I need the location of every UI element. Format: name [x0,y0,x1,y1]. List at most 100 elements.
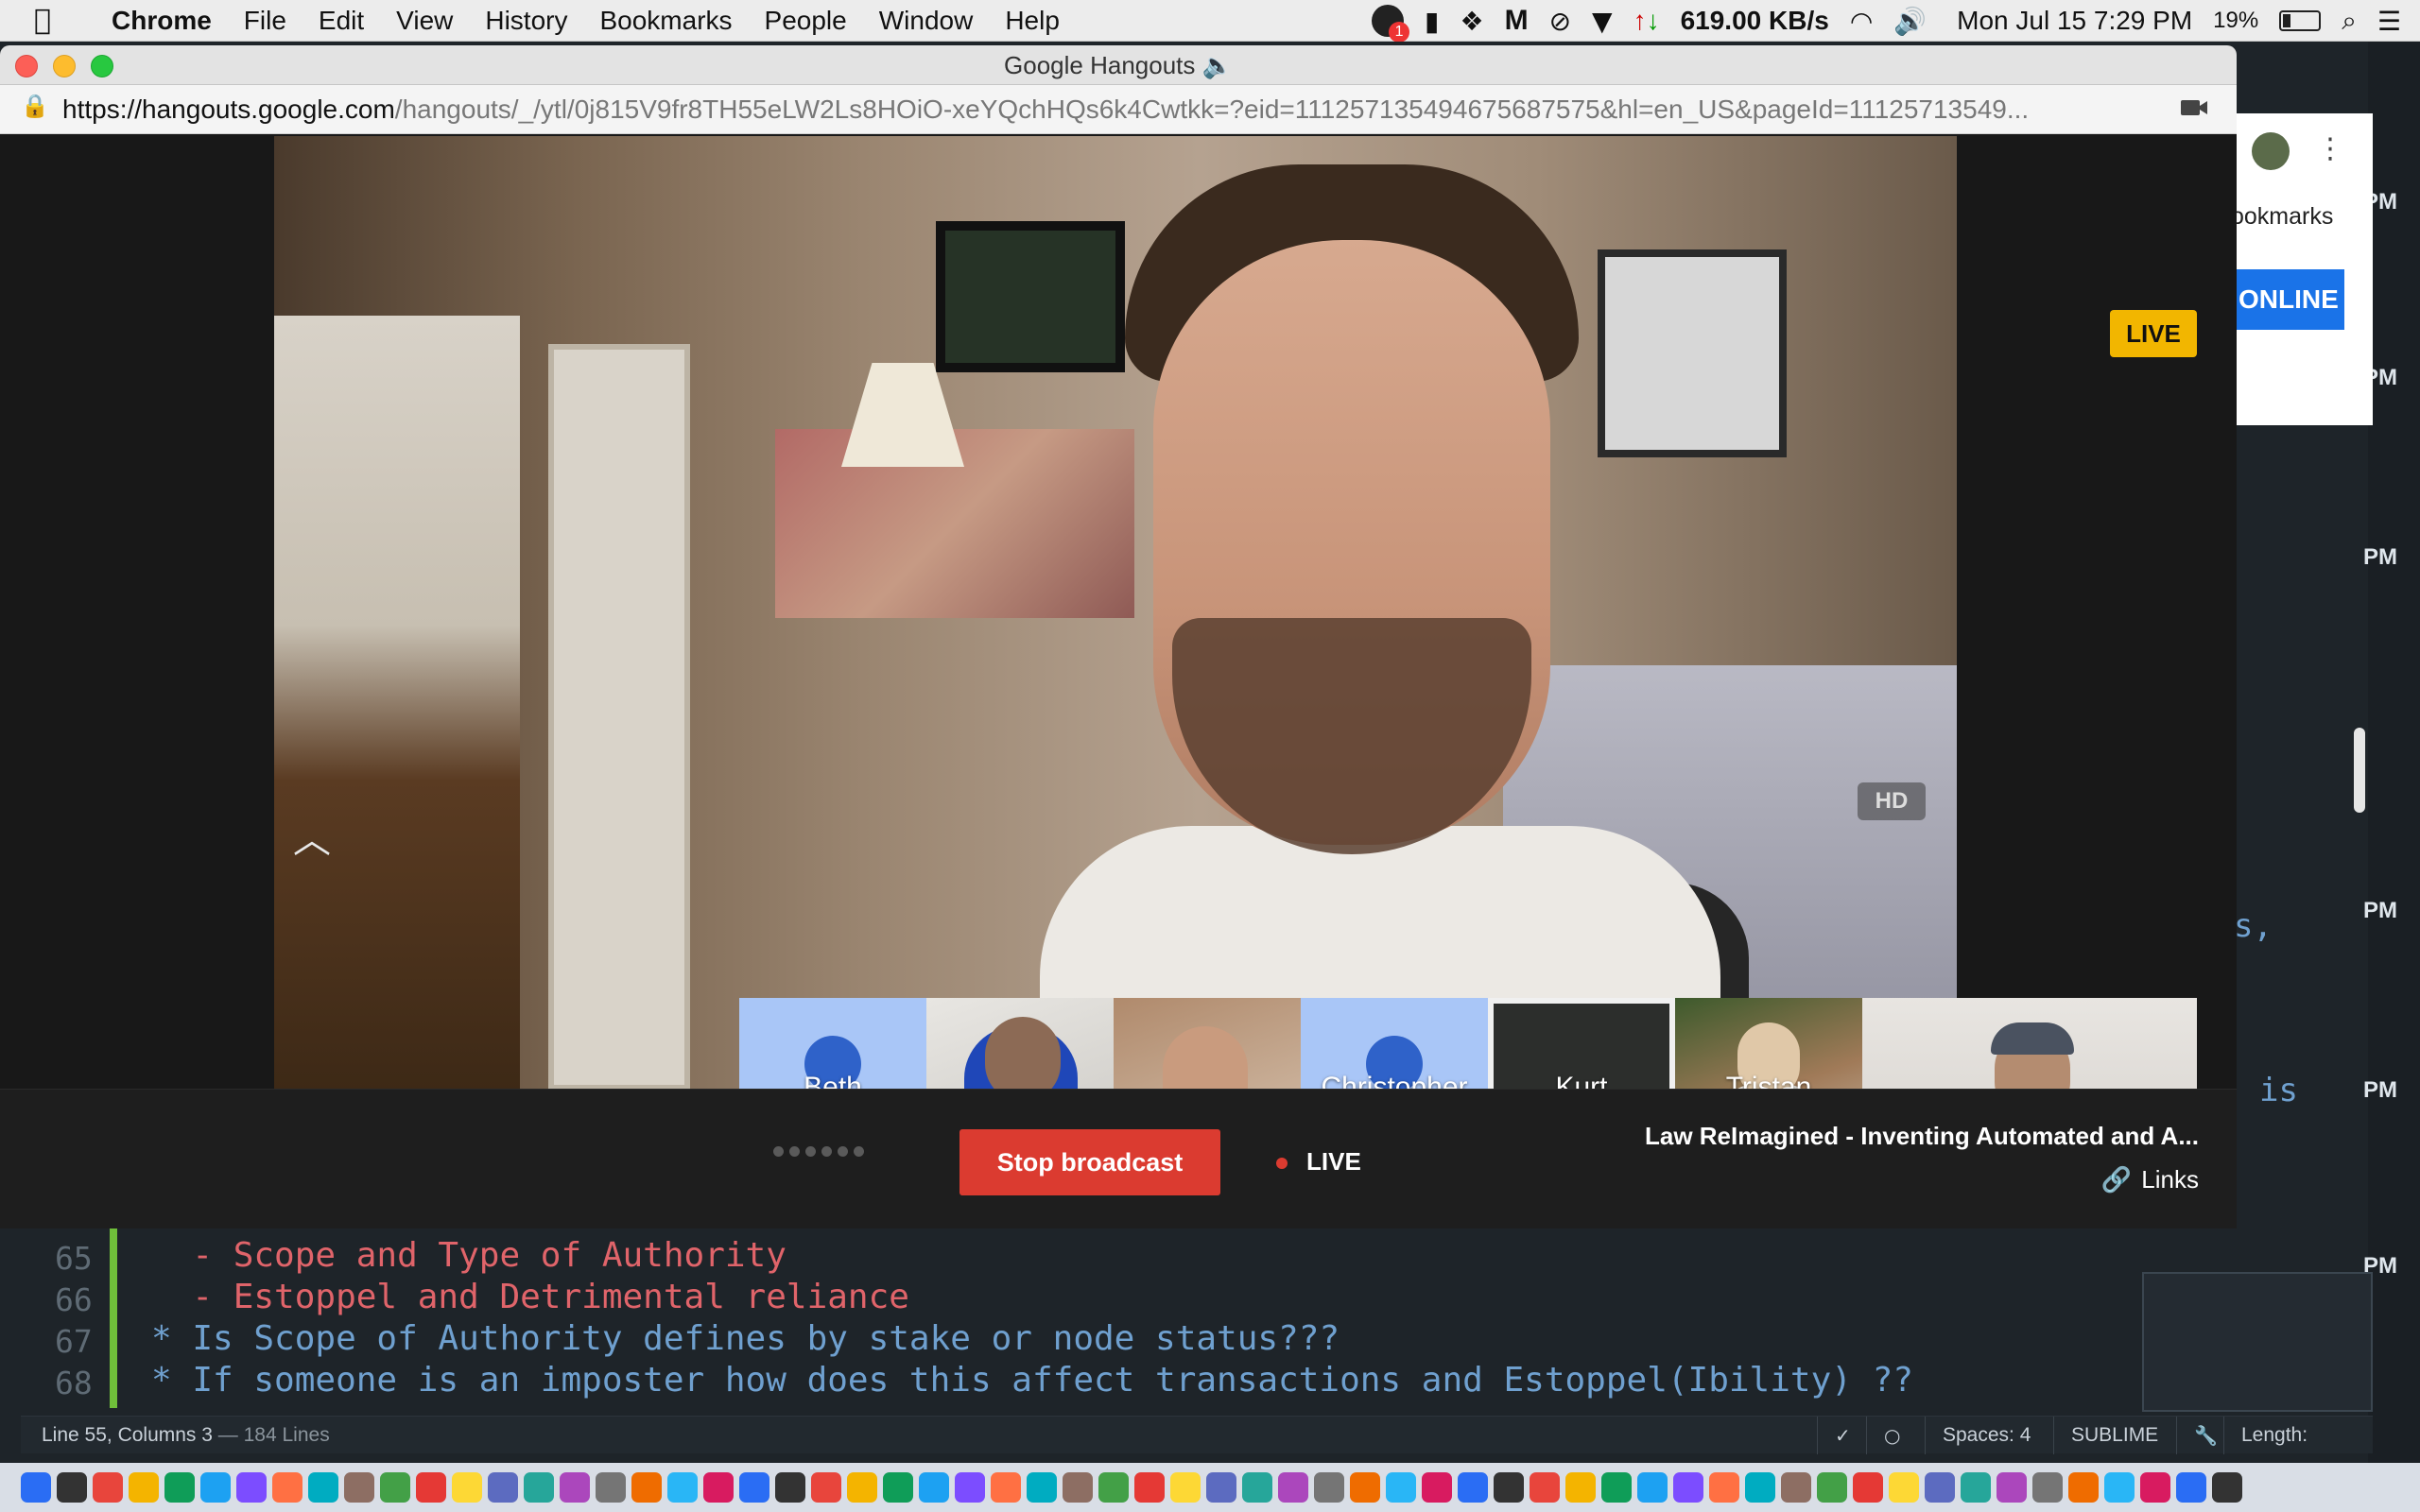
window-title-bar[interactable]: Google Hangouts 🔈 [0,45,2237,85]
dock-app-icon[interactable] [631,1472,662,1503]
dock-app-icon[interactable] [21,1472,51,1503]
dock-app-icon[interactable] [560,1472,590,1503]
dock-app-icon[interactable] [93,1472,123,1503]
dock-app-icon[interactable] [416,1472,446,1503]
menu-help[interactable]: Help [1005,6,1060,36]
dock-app-icon[interactable] [1925,1472,1955,1503]
inbox-icon[interactable]: ▼ [1592,6,1613,37]
code-line[interactable]: - Scope and Type of Authority [151,1236,786,1275]
notification-icon[interactable]: 1 [1372,5,1410,43]
dock-app-icon[interactable] [1709,1472,1739,1503]
volume-icon[interactable]: 🔊 [1893,6,1927,37]
indentation-setting[interactable]: Spaces: 4 [1925,1417,2048,1454]
syntax-setting[interactable]: SUBLIME [2053,1417,2175,1454]
chevron-up-icon[interactable]: ︿ [284,809,340,862]
dock-app-icon[interactable] [2140,1472,2170,1503]
dock-app-icon[interactable] [488,1472,518,1503]
more-vert-icon[interactable]: ⋮ [2316,132,2344,165]
dock-app-icon[interactable] [524,1472,554,1503]
dock-app-icon[interactable] [1889,1472,1919,1503]
dock-app-icon[interactable] [2176,1472,2206,1503]
menu-history[interactable]: History [485,6,567,36]
dock-app-icon[interactable] [1242,1472,1272,1503]
dock-app-icon[interactable] [1996,1472,2027,1503]
battery-icon[interactable] [2279,10,2322,31]
url-text[interactable]: https://hangouts.google.com/hangouts/_/y… [62,85,2142,134]
dock-app-icon[interactable] [811,1472,841,1503]
apple-icon[interactable]:  [34,4,76,37]
dock-app-icon[interactable] [1458,1472,1488,1503]
bookmark-icon[interactable]: ▮ [1425,6,1439,37]
dock-app-icon[interactable] [847,1472,877,1503]
dropbox-icon[interactable]: ❖ [1460,6,1483,37]
minimap-thumbnail[interactable] [2142,1272,2373,1412]
scrollbar-thumb[interactable] [2354,728,2365,813]
dock-app-icon[interactable] [308,1472,338,1503]
stop-broadcast-button[interactable]: Stop broadcast [959,1129,1220,1195]
dock-app-icon[interactable] [1961,1472,1991,1503]
dock-app-icon[interactable] [1314,1472,1344,1503]
drag-handle[interactable] [773,1146,864,1157]
dock-app-icon[interactable] [1673,1472,1703,1503]
dock-app-icon[interactable] [200,1472,231,1503]
dock-app-icon[interactable] [1027,1472,1057,1503]
dock-app-icon[interactable] [1637,1472,1668,1503]
dock-app-icon[interactable] [703,1472,734,1503]
dock-app-icon[interactable] [1386,1472,1416,1503]
dock-app-icon[interactable] [739,1472,769,1503]
dock-app-icon[interactable] [2032,1472,2063,1503]
code-line[interactable]: - Estoppel and Detrimental reliance [151,1278,909,1316]
menu-view[interactable]: View [396,6,453,36]
menu-people[interactable]: People [765,6,847,36]
notification-center-icon[interactable]: ☰ [2377,6,2401,37]
dock-app-icon[interactable] [883,1472,913,1503]
dock-app-icon[interactable] [991,1472,1021,1503]
lock-icon[interactable]: 🔒 [21,93,49,119]
dock-app-icon[interactable] [2212,1472,2242,1503]
dock-app-icon[interactable] [1063,1472,1093,1503]
check-icon[interactable]: ✓ [1817,1417,1868,1454]
dock-app-icon[interactable] [775,1472,805,1503]
paperclip-icon[interactable]: ⊘ [1549,6,1571,37]
dock-app-icon[interactable] [1494,1472,1524,1503]
dock-app-icon[interactable] [667,1472,698,1503]
dock-app-icon[interactable] [1350,1472,1380,1503]
dock-app-icon[interactable] [1565,1472,1596,1503]
spotlight-icon[interactable]: ⌕ [2342,5,2357,37]
code-line[interactable]: * Is Scope of Authority defines by stake… [151,1319,1340,1358]
dock-app-icon[interactable] [1601,1472,1632,1503]
dock-app-icon[interactable] [1530,1472,1560,1503]
dock-app-icon[interactable] [1781,1472,1811,1503]
bookmarks-label[interactable]: ookmarks [2231,203,2333,231]
menu-edit[interactable]: Edit [319,6,364,36]
clock[interactable]: Mon Jul 15 7:29 PM [1957,6,2192,36]
dock-app-icon[interactable] [596,1472,626,1503]
dock-app-icon[interactable] [164,1472,195,1503]
camera-icon[interactable] [2180,94,2208,121]
dock-app-icon[interactable] [272,1472,302,1503]
dock-app-icon[interactable] [919,1472,949,1503]
wifi-icon[interactable]: ◠ [1850,6,1873,37]
dock-app-icon[interactable] [57,1472,87,1503]
dock-app-icon[interactable] [452,1472,482,1503]
dock-app-icon[interactable] [955,1472,985,1503]
dock-app-icon[interactable] [380,1472,410,1503]
app-menu[interactable]: Chrome [112,6,212,36]
dock-app-icon[interactable] [1817,1472,1847,1503]
dock-app-icon[interactable] [129,1472,159,1503]
dock-app-icon[interactable] [1422,1472,1452,1503]
code-line[interactable]: * If someone is an imposter how does thi… [151,1361,1913,1400]
dock-app-icon[interactable] [1853,1472,1883,1503]
menu-window[interactable]: Window [879,6,974,36]
circle-icon[interactable]: ○ [1866,1417,1917,1454]
links-button[interactable]: 🔗 Links [2101,1165,2199,1194]
dock-app-icon[interactable] [236,1472,267,1503]
m-icon[interactable]: M [1505,5,1529,37]
online-button[interactable]: ONLINE [2231,269,2344,330]
dock-app-icon[interactable] [2104,1472,2135,1503]
menu-file[interactable]: File [244,6,286,36]
avatar[interactable] [2252,132,2290,170]
dock-app-icon[interactable] [2068,1472,2099,1503]
menu-bookmarks[interactable]: Bookmarks [599,6,732,36]
dock-app-icon[interactable] [1745,1472,1775,1503]
